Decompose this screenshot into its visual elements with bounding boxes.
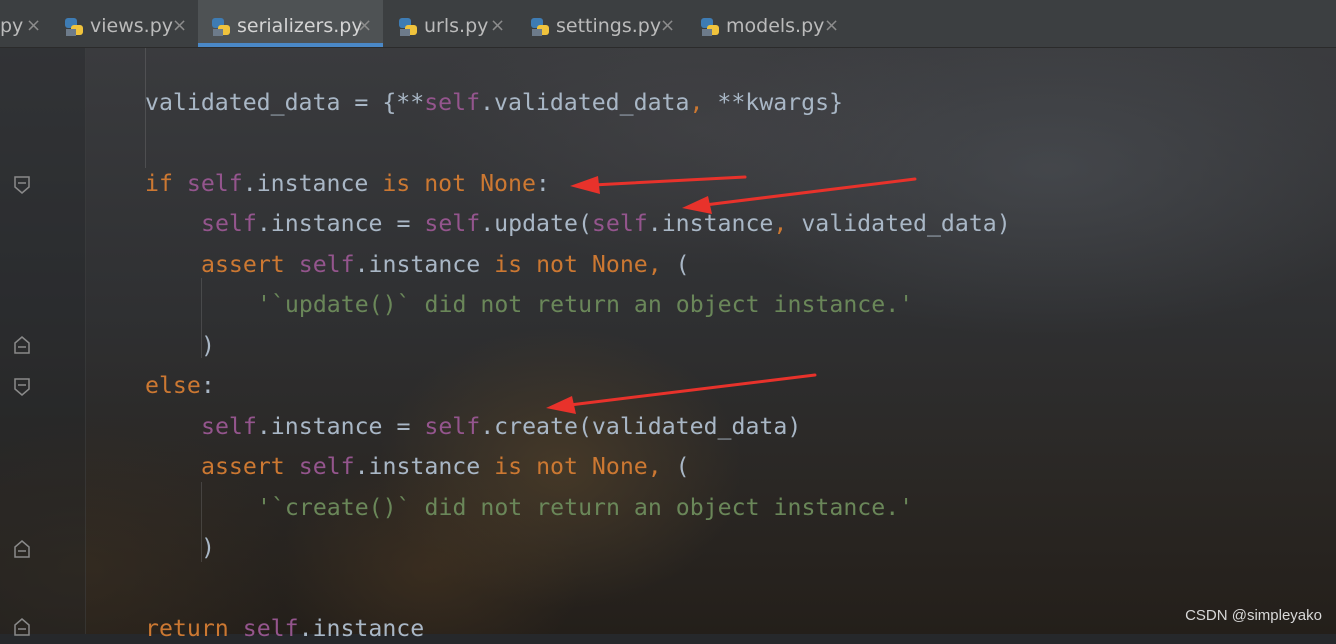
close-icon[interactable]: × xyxy=(357,15,372,36)
tab-label: py xyxy=(0,15,24,37)
tab-label: serializers.py xyxy=(237,15,363,37)
active-tab-indicator xyxy=(198,43,383,47)
python-file-icon xyxy=(701,18,719,36)
code-editor[interactable]: validated_data = {**self.validated_data,… xyxy=(0,48,1336,642)
tab-models[interactable]: models.py × xyxy=(694,0,854,47)
tab-label: urls.py xyxy=(424,15,489,37)
watermark: CSDN @simpleyako xyxy=(1185,607,1322,624)
code-line: '`update()` did not return an object ins… xyxy=(257,291,914,318)
tab-views[interactable]: views.py × xyxy=(58,0,194,47)
code-line: self.instance = self.create(validated_da… xyxy=(201,413,802,440)
code-line: self.instance = self.update(self.instanc… xyxy=(201,210,1011,237)
close-icon[interactable]: × xyxy=(26,15,41,36)
close-icon[interactable]: × xyxy=(824,15,839,36)
code-line: validated_data = {**self.validated_data,… xyxy=(145,89,844,116)
tab-urls[interactable]: urls.py × xyxy=(392,0,516,47)
close-icon[interactable]: × xyxy=(660,15,675,36)
code-line: else: xyxy=(145,372,215,399)
code-line: assert self.instance is not None, ( xyxy=(201,251,690,278)
code-line: '`create()` did not return an object ins… xyxy=(257,494,914,521)
tab-serializers[interactable]: serializers.py × xyxy=(198,0,383,47)
python-file-icon xyxy=(212,18,230,36)
close-icon[interactable]: × xyxy=(172,15,187,36)
close-icon[interactable]: × xyxy=(490,15,505,36)
code-line: ) xyxy=(201,332,215,359)
tab-settings[interactable]: settings.py × xyxy=(524,0,684,47)
code-line: return self.instance xyxy=(145,615,425,642)
python-file-icon xyxy=(399,18,417,36)
tab-partial[interactable]: py × xyxy=(0,0,50,47)
editor-tab-bar: py × views.py × serializers.py × urls.py… xyxy=(0,0,1336,48)
python-file-icon xyxy=(531,18,549,36)
code-line: if self.instance is not None: xyxy=(145,170,550,197)
python-file-icon xyxy=(65,18,83,36)
code-line: ) xyxy=(201,534,215,561)
code-line: assert self.instance is not None, ( xyxy=(201,453,690,480)
tab-label: models.py xyxy=(726,15,825,37)
tab-label: views.py xyxy=(90,15,173,37)
tab-label: settings.py xyxy=(556,15,662,37)
